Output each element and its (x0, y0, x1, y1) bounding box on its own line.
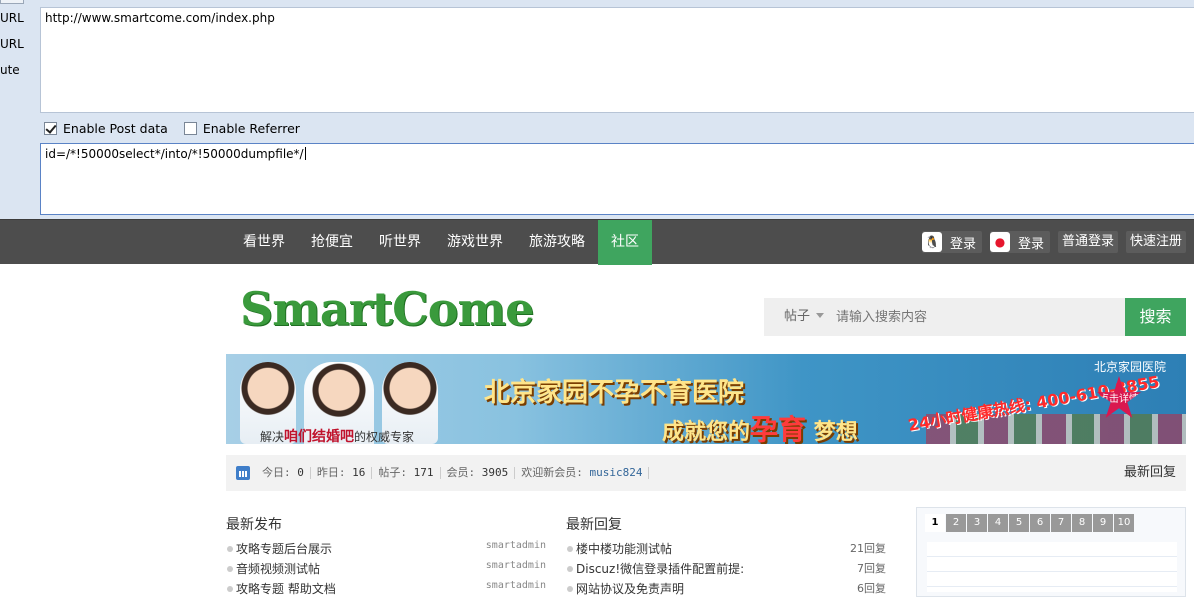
slide-page[interactable]: 10 (1114, 514, 1134, 532)
weibo-icon: ● (989, 232, 1010, 252)
slide-page[interactable]: 6 (1030, 514, 1050, 532)
slide-page[interactable]: 8 (1072, 514, 1092, 532)
site-logo[interactable]: SmartCome (240, 282, 534, 336)
latest-reply-link[interactable]: 最新回复 (1124, 455, 1176, 491)
side-labels: URL URL ute (0, 0, 40, 219)
enable-post-option[interactable]: Enable Post data (40, 121, 168, 136)
reply-count: 6回复 (857, 582, 886, 595)
slideshow[interactable]: 1 2 3 4 5 6 7 8 9 10 (916, 507, 1186, 597)
options-row: Enable Post data Enable Referrer (40, 116, 312, 140)
weibo-login-label: 登录 (1017, 236, 1044, 252)
list-item[interactable]: Discuz!微信登录插件配置前提: 7回复 (566, 560, 886, 580)
latest-replies-panel: 最新回复 楼中楼功能测试帖 21回复 Discuz!微信登录插件配置前提: 7回复 … (566, 514, 886, 600)
nav-item-travel[interactable]: 旅游攻略 (516, 220, 598, 265)
search-type-value: 帖子 (784, 309, 811, 324)
qq-icon: 🐧 (921, 232, 942, 252)
stat-today: 今日: 0 (256, 467, 311, 479)
chevron-down-icon (816, 313, 825, 318)
load-url-label[interactable]: URL (0, 11, 24, 25)
enable-referrer-checkbox[interactable] (183, 121, 197, 135)
search-input[interactable] (836, 304, 1116, 330)
enable-post-label: Enable Post data (63, 120, 168, 136)
quick-register-button[interactable]: 快速注册 (1125, 231, 1186, 253)
nav-item-deals[interactable]: 抢便宜 (298, 220, 366, 265)
banner-headline: 北京家园不孕不育医院 (484, 378, 745, 408)
url-textarea[interactable]: http://www.smartcome.com/index.php (40, 7, 1194, 113)
reply-count: 21回复 (850, 542, 886, 555)
forum-stats-bar: 今日: 0 昨日: 16 帖子: 171 会员: 3905 欢迎新会员: mus… (226, 455, 1186, 491)
stat-new-member: 欢迎新会员: music824 (515, 466, 650, 479)
list-item[interactable]: 攻略专题后台展示 smartadmin (226, 540, 546, 560)
post-data-value: id=/*!50000select*/into/*!50000dumpfile*… (45, 147, 304, 161)
stat-members: 会员: 3905 (441, 467, 516, 479)
enable-referrer-label: Enable Referrer (202, 120, 300, 136)
split-url-label[interactable]: URL (0, 37, 24, 51)
banner-slogan: 成就您的孕育 梦想 (662, 413, 858, 444)
account-actions: 🐧 登录 ● 登录 普通登录 快速注册 (921, 231, 1194, 253)
enable-post-checkbox[interactable] (44, 121, 57, 135)
request-tool-panel: URL URL ute http://www.smartcome.com/ind… (0, 0, 1194, 219)
post-author[interactable]: smartadmin (486, 580, 546, 591)
latest-posts-title: 最新发布 (226, 517, 282, 533)
slide-pager: 1 2 3 4 5 6 7 8 9 10 (925, 514, 1135, 532)
post-data-textarea[interactable]: id=/*!50000select*/into/*!50000dumpfile*… (40, 143, 1194, 215)
side-button-stub[interactable] (0, 0, 24, 4)
list-item[interactable]: 楼中楼功能测试帖 21回复 (566, 540, 886, 560)
post-author[interactable]: smartadmin (486, 540, 546, 551)
qq-login-button[interactable]: 🐧 登录 (921, 231, 982, 253)
banner-tagline: 解决咱们结婚吧的权威专家 (260, 429, 415, 444)
list-item[interactable]: 攻略专题 帮助文档 smartadmin (226, 580, 546, 600)
slide-page[interactable]: 9 (1093, 514, 1113, 532)
weibo-login-button[interactable]: ● 登录 (989, 231, 1050, 253)
bar-chart-icon (236, 466, 250, 480)
slide-page[interactable]: 2 (946, 514, 966, 532)
search-button[interactable]: 搜索 (1125, 298, 1186, 336)
slide-page[interactable]: 3 (967, 514, 987, 532)
hospital-ad-banner[interactable]: 解决咱们结婚吧的权威专家 北京家园不孕不育医院 成就您的孕育 梦想 24小时健康… (226, 354, 1186, 444)
banner-hospital-name: 北京家园医院 (1093, 360, 1166, 374)
text-caret (304, 147, 306, 160)
stat-posts: 帖子: 171 (372, 467, 441, 479)
latest-replies-title: 最新回复 (566, 517, 622, 533)
slide-page[interactable]: 1 (925, 514, 945, 532)
new-member-link[interactable]: music824 (590, 466, 643, 479)
url-value: http://www.smartcome.com/index.php (45, 11, 275, 25)
search-type-select[interactable]: 帖子 (784, 298, 825, 336)
post-author[interactable]: smartadmin (486, 560, 546, 571)
slide-page[interactable]: 4 (988, 514, 1008, 532)
qq-login-label: 登录 (949, 236, 976, 252)
stat-yesterday: 昨日: 16 (311, 467, 373, 479)
latest-posts-panel: 最新发布 攻略专题后台展示 smartadmin 音频视频测试帖 smartadmi… (226, 514, 546, 600)
slide-page[interactable]: 5 (1009, 514, 1029, 532)
slide-page[interactable]: 7 (1051, 514, 1071, 532)
list-item[interactable]: 音频视频测试帖 smartadmin (226, 560, 546, 580)
enable-referrer-option[interactable]: Enable Referrer (180, 121, 300, 136)
nav-item-games[interactable]: 游戏世界 (434, 220, 516, 265)
site-nav-bar: 看世界 抢便宜 听世界 游戏世界 旅游攻略 社区 🐧 登录 ● 登录 普通登录 … (0, 219, 1194, 265)
list-item[interactable]: 网站协议及免责声明 6回复 (566, 580, 886, 600)
nav-item-watch-world[interactable]: 看世界 (230, 220, 298, 265)
normal-login-button[interactable]: 普通登录 (1057, 231, 1118, 253)
search-box: 帖子 搜索 (764, 298, 1186, 336)
nav-item-community[interactable]: 社区 (598, 220, 652, 265)
reply-count: 7回复 (857, 562, 886, 575)
execute-label[interactable]: ute (0, 63, 20, 77)
main-menu: 看世界 抢便宜 听世界 游戏世界 旅游攻略 社区 (230, 220, 652, 265)
slide-screenshot (927, 542, 1177, 592)
nav-item-listen-world[interactable]: 听世界 (366, 220, 434, 265)
